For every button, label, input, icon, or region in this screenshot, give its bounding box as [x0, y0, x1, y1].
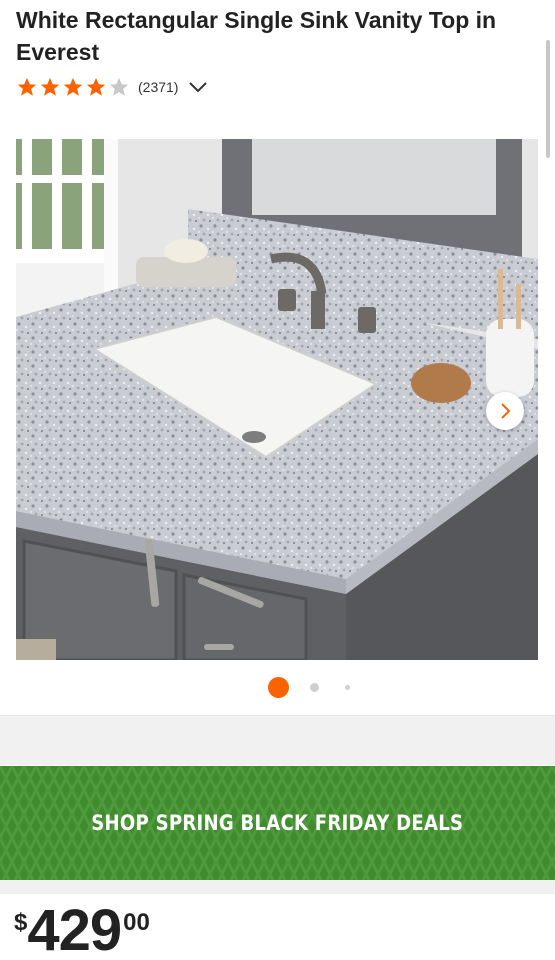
star-filled-icon: [86, 77, 106, 96]
gallery-dot[interactable]: [345, 685, 350, 690]
review-count[interactable]: (2371): [138, 79, 178, 95]
price-cents: 00: [123, 909, 150, 936]
price-dollars: 429: [27, 898, 122, 960]
section-divider: [0, 715, 555, 765]
product-image-gallery[interactable]: [16, 139, 538, 660]
promo-banner[interactable]: SHOP SPRING BLACK FRIDAY DEALS: [0, 766, 555, 880]
chevron-down-icon[interactable]: [188, 80, 208, 94]
product-title: White Rectangular Single Sink Vanity Top…: [16, 7, 497, 65]
gallery-dot-active[interactable]: [268, 677, 289, 698]
rating-row[interactable]: (2371): [16, 76, 208, 98]
gallery-pagination: [0, 676, 555, 698]
star-empty-icon: [109, 77, 129, 96]
chevron-right-icon: [501, 403, 511, 419]
gallery-dot[interactable]: [310, 683, 319, 692]
vanity-photo: [16, 139, 538, 660]
price-currency: $: [14, 909, 28, 936]
scrollbar[interactable]: [546, 40, 550, 158]
promo-text[interactable]: SHOP SPRING BLACK FRIDAY DEALS: [91, 811, 463, 835]
next-image-button[interactable]: [486, 392, 524, 430]
product-price: $ 429 00: [14, 898, 150, 960]
star-filled-icon: [40, 77, 60, 96]
rating-stars: [16, 76, 130, 98]
section-divider: [0, 880, 555, 894]
star-filled-icon: [17, 77, 37, 96]
star-filled-icon: [63, 77, 83, 96]
